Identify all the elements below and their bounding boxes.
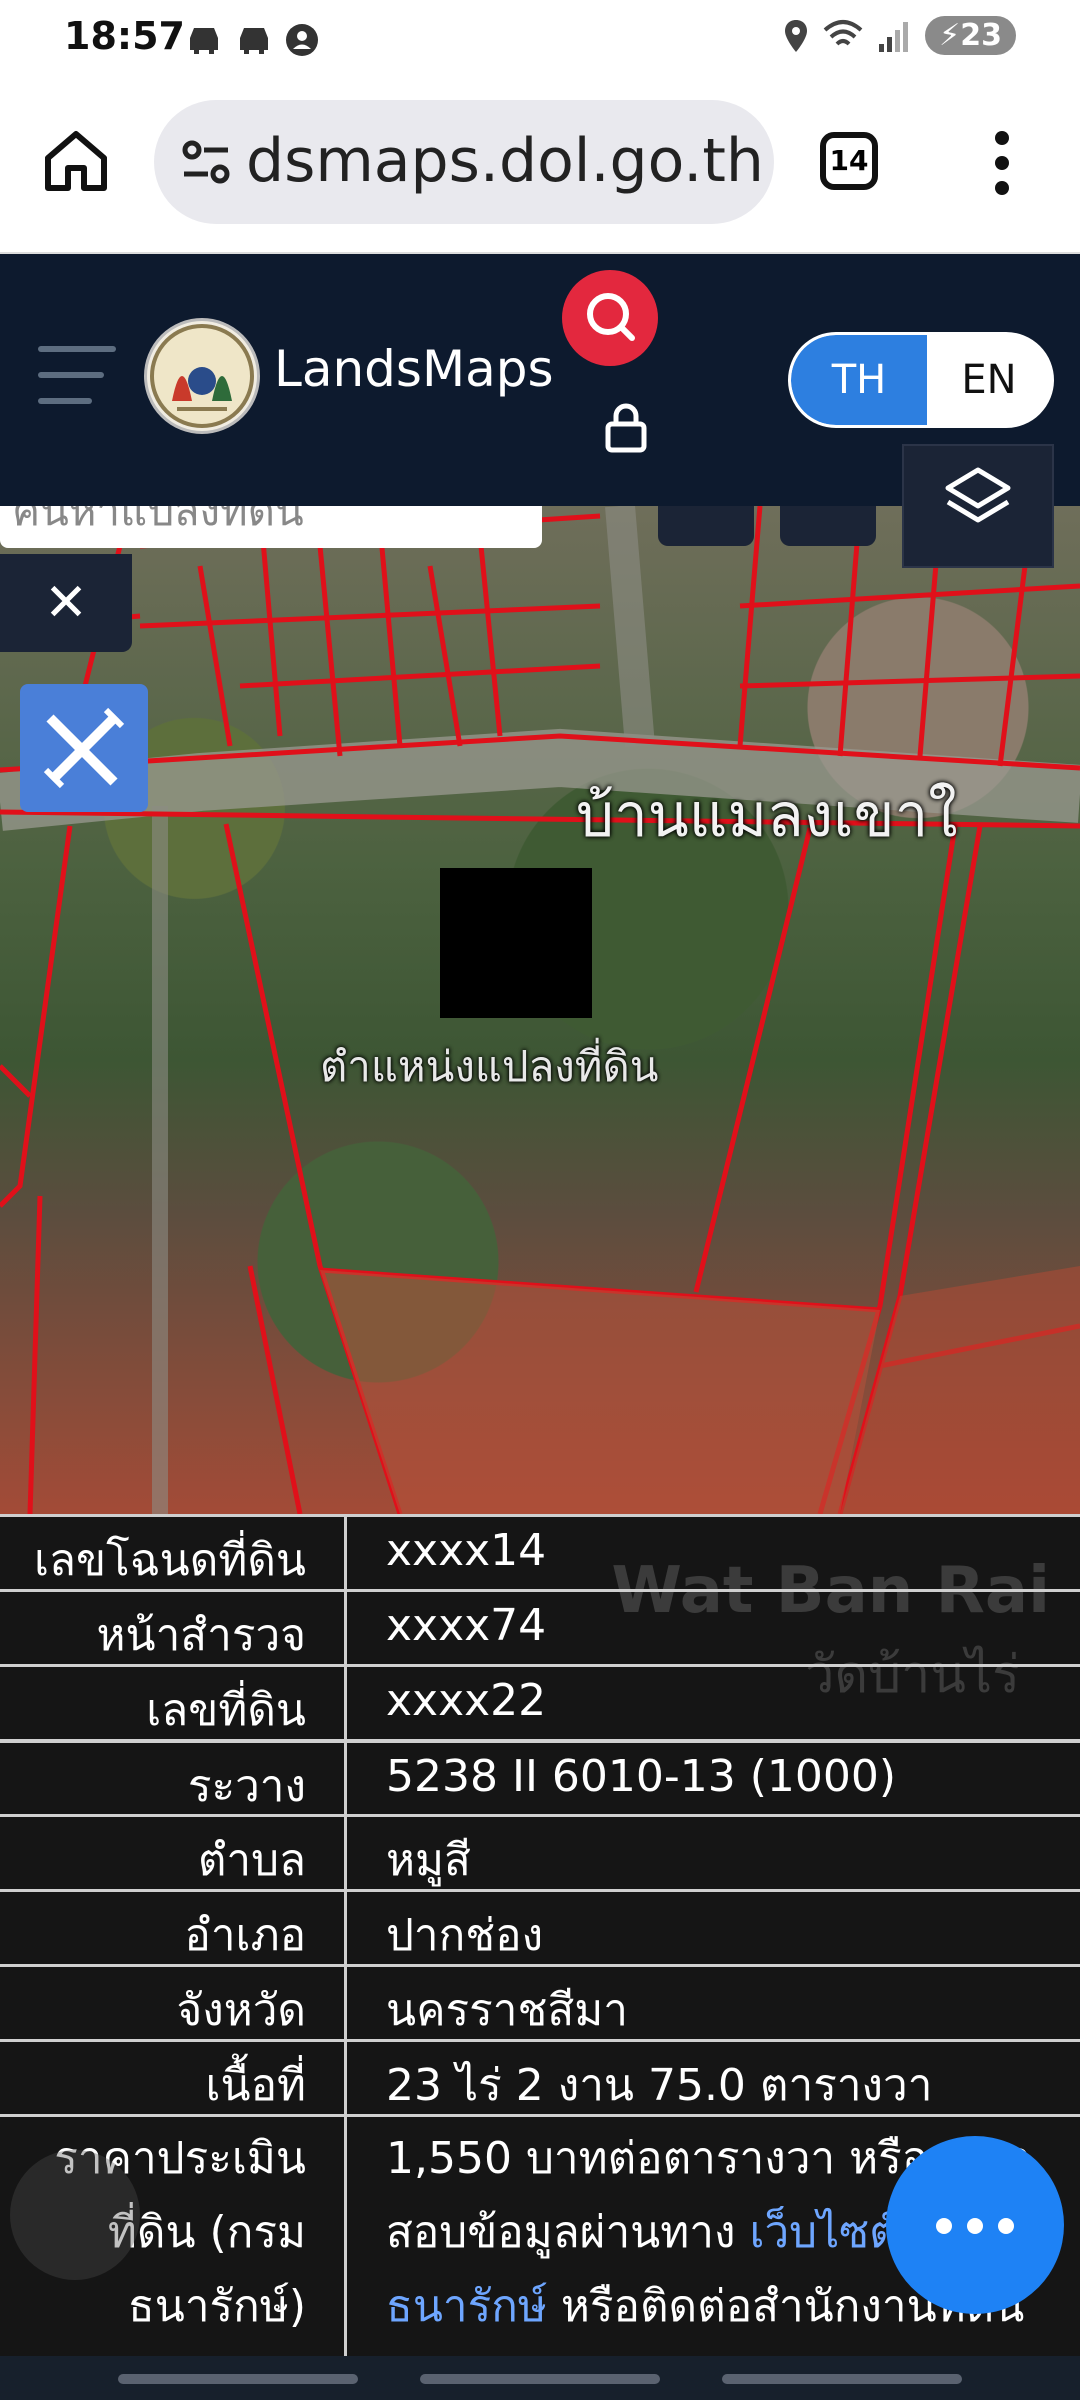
layers-button[interactable] xyxy=(902,444,1054,568)
map-view[interactable]: ค้นหาแปลงที่ดิน ✕ บ้านแมลงเขาใ ตำแหน่งแป… xyxy=(0,506,1080,1514)
road-label: บ้านแมลงเขาใ xyxy=(576,781,958,851)
parcel-search-input[interactable]: ค้นหาแปลงที่ดิน xyxy=(0,506,542,548)
battery-indicator: ⚡23 xyxy=(925,16,1016,55)
home-icon[interactable] xyxy=(40,124,112,196)
dot-icon xyxy=(998,2218,1014,2234)
dot-icon xyxy=(967,2218,983,2234)
measure-tool-button[interactable] xyxy=(20,684,148,812)
nav-gesture-bar[interactable] xyxy=(118,2374,358,2384)
row-value: 5238 II 6010-13 (1000) xyxy=(386,1751,897,1802)
notification-icons xyxy=(184,22,320,58)
row-label: ระวาง xyxy=(187,1761,306,1812)
row-label: จังหวัด xyxy=(176,1985,306,2036)
status-bar: 18:57 ⚡23 xyxy=(0,0,1080,80)
system-icons: ⚡23 xyxy=(783,16,1016,55)
map-tool-button[interactable] xyxy=(780,506,876,546)
row-label: เนื้อที่ xyxy=(205,2060,306,2111)
browser-toolbar: dsmaps.dol.go.th 14 xyxy=(0,80,1080,254)
battery-level: 23 xyxy=(960,18,1002,53)
table-row: เลขโฉนดที่ดิน xxxx14 xyxy=(0,1514,1080,1589)
row-value: 23 ไร่ 2 งาน 75.0 ตารางวา xyxy=(386,2060,933,2111)
location-icon xyxy=(785,19,808,52)
table-row: หน้าสำรวจ xxxx74 xyxy=(0,1589,1080,1664)
parcel-marker-label: ตำแหน่งแปลงที่ดิน xyxy=(320,1042,659,1091)
system-nav-bar xyxy=(0,2356,1080,2400)
wifi-icon xyxy=(823,19,863,45)
parcel-marker[interactable] xyxy=(440,868,592,1018)
lang-th-button[interactable]: TH xyxy=(791,335,927,425)
brand-name[interactable]: LandsMaps xyxy=(274,340,554,398)
search-icon xyxy=(587,293,635,341)
url-text[interactable]: dsmaps.dol.go.th xyxy=(246,126,764,196)
row-value: xxxx14 xyxy=(386,1525,547,1576)
treasury-link[interactable]: ธนารักษ์ xyxy=(386,2281,547,2332)
lock-icon[interactable] xyxy=(604,402,648,454)
map-tool-button[interactable] xyxy=(658,506,754,546)
row-label: ตำบล xyxy=(197,1835,306,1886)
search-placeholder: ค้นหาแปลงที่ดิน xyxy=(12,506,304,535)
row-value: xxxx74 xyxy=(386,1600,547,1651)
table-row: ตำบล หมูสี xyxy=(0,1814,1080,1889)
table-row: เนื้อที่ 23 ไร่ 2 งาน 75.0 ตารางวา xyxy=(0,2039,1080,2114)
nav-gesture-bar[interactable] xyxy=(722,2374,962,2384)
layers-icon xyxy=(945,467,1011,523)
nav-gesture-bar[interactable] xyxy=(420,2374,660,2384)
more-actions-button[interactable] xyxy=(886,2136,1064,2314)
ruler-pencil-icon xyxy=(43,707,125,789)
location-button[interactable] xyxy=(10,2150,140,2280)
row-value: xxxx22 xyxy=(386,1675,547,1726)
close-button[interactable]: ✕ xyxy=(0,554,132,652)
status-time: 18:57 xyxy=(64,14,185,58)
row-label: เลขที่ดิน xyxy=(146,1685,306,1736)
tab-switcher-button[interactable]: 14 xyxy=(820,132,878,190)
lang-en-button[interactable]: EN xyxy=(927,335,1051,425)
car-icon xyxy=(240,28,268,54)
signal-icon xyxy=(879,21,909,52)
price-label-line: ธนารักษ์) xyxy=(127,2281,306,2332)
menu-icon[interactable] xyxy=(38,346,116,408)
row-label: หน้าสำรวจ xyxy=(96,1610,306,1661)
row-label: เลขโฉนดที่ดิน xyxy=(34,1535,306,1586)
address-bar[interactable]: dsmaps.dol.go.th xyxy=(154,100,774,224)
account-icon xyxy=(286,24,318,56)
row-value: หมูสี xyxy=(386,1835,471,1886)
language-toggle[interactable]: TH EN xyxy=(788,332,1054,428)
more-options-icon[interactable] xyxy=(990,128,1014,198)
search-button[interactable] xyxy=(562,270,658,366)
car-icon xyxy=(190,28,218,54)
row-value: ปากช่อง xyxy=(386,1910,544,1961)
table-row: ระวาง 5238 II 6010-13 (1000) xyxy=(0,1739,1080,1814)
dot-icon xyxy=(936,2218,952,2234)
site-settings-icon[interactable] xyxy=(178,134,234,190)
table-row: จังหวัด นครราชสีมา xyxy=(0,1964,1080,2039)
table-row: อำเภอ ปากช่อง xyxy=(0,1889,1080,1964)
table-row: เลขที่ดิน xxxx22 xyxy=(0,1664,1080,1739)
price-text: สอบข้อมูลผ่านทาง xyxy=(386,2207,750,2258)
department-logo[interactable] xyxy=(144,318,260,434)
row-label: อำเภอ xyxy=(184,1910,306,1961)
row-value: นครราชสีมา xyxy=(386,1985,628,2036)
